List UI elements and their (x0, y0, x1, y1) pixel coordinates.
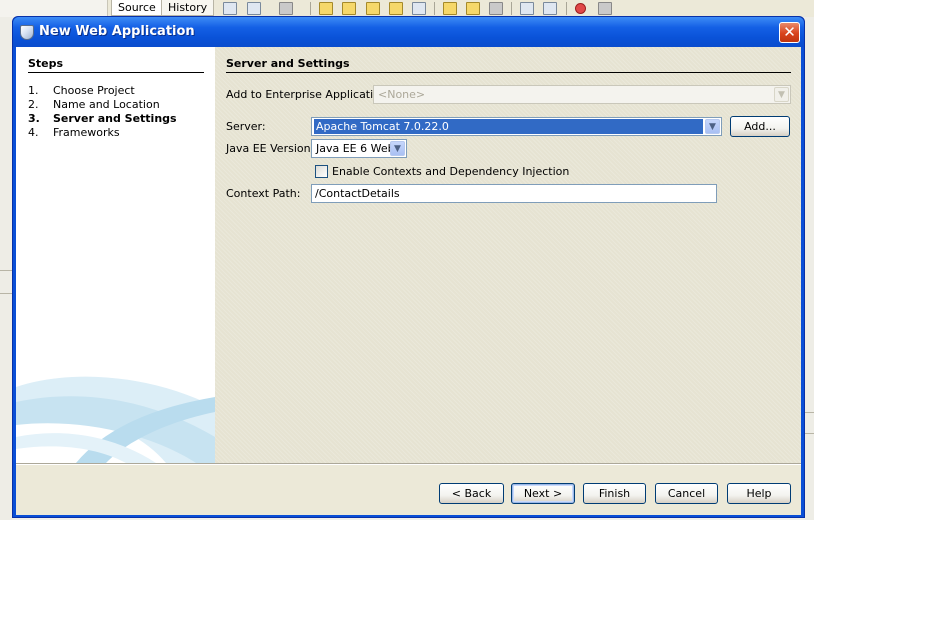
dialog-client: Steps 1. Choose Project 2. Name and Locati… (16, 47, 801, 515)
dialog-titlebar[interactable]: New Web Application ✕ (13, 17, 804, 47)
steps-title: Steps (28, 57, 64, 70)
back-history-icon[interactable] (223, 2, 237, 15)
step-item: 1. Choose Project (28, 84, 177, 98)
find-icon[interactable] (247, 2, 261, 15)
toggle-icon[interactable] (279, 2, 293, 15)
step-number: 3. (28, 112, 40, 125)
help-button[interactable]: Help (727, 483, 791, 504)
highlight-icon[interactable] (389, 2, 403, 15)
ide-toolbar-left (0, 0, 108, 17)
toolbar-separator (434, 2, 435, 15)
search-icon[interactable] (319, 2, 333, 15)
find-next-icon[interactable] (366, 2, 380, 15)
netbeans-cube-icon (20, 25, 34, 40)
stop-macro-icon[interactable] (598, 2, 612, 15)
server-combo[interactable]: Apache Tomcat 7.0.22.0 ▼ (311, 117, 722, 136)
ide-divider (0, 270, 12, 271)
cdi-checkbox[interactable] (315, 165, 328, 178)
shift-left-icon[interactable] (520, 2, 534, 15)
toolbar-separator (566, 2, 567, 15)
toolbar-separator (511, 2, 512, 15)
step-number: 1. (28, 84, 39, 97)
toggle-bookmark-icon[interactable] (489, 2, 503, 15)
back-button[interactable]: < Back (439, 483, 504, 504)
ide-left-strip (0, 17, 12, 520)
close-icon: ✕ (783, 23, 796, 41)
chevron-down-icon: ▼ (774, 87, 789, 102)
steps-list: 1. Choose Project 2. Name and Location 3. S… (28, 84, 177, 140)
previous-bookmark-icon[interactable] (443, 2, 457, 15)
settings-panel: Server and Settings Add to Enterprise Ap… (215, 47, 801, 463)
new-web-application-dialog: New Web Application ✕ Steps 1. Choose Pro… (12, 16, 805, 518)
ide-divider (805, 412, 814, 413)
steps-panel: Steps 1. Choose Project 2. Name and Locati… (16, 47, 215, 463)
select-icon[interactable] (412, 2, 426, 15)
step-label: Server and Settings (53, 112, 177, 125)
cdi-checkbox-label[interactable]: Enable Contexts and Dependency Injection (332, 165, 569, 178)
tab-history[interactable]: History (161, 0, 215, 16)
shift-right-icon[interactable] (543, 2, 557, 15)
panel-title: Server and Settings (226, 57, 350, 70)
cancel-button[interactable]: Cancel (655, 483, 718, 504)
next-button[interactable]: Next > (511, 483, 575, 504)
find-previous-icon[interactable] (342, 2, 356, 15)
step-item: 2. Name and Location (28, 98, 177, 112)
add-server-button[interactable]: Add... (730, 116, 790, 137)
java-ee-version-value: Java EE 6 Web (316, 142, 395, 155)
step-number: 4. (28, 126, 39, 139)
toolbar-separator (310, 2, 311, 15)
java-ee-version-combo[interactable]: Java EE 6 Web ▼ (311, 139, 407, 158)
close-button[interactable]: ✕ (779, 22, 800, 43)
button-bar-divider-highlight (16, 464, 801, 465)
chevron-down-icon: ▼ (390, 141, 405, 156)
context-path-label: Context Path: (226, 187, 301, 200)
steps-divider (28, 72, 204, 73)
tab-source[interactable]: Source (111, 0, 163, 16)
finish-button[interactable]: Finish (583, 483, 646, 504)
ide-divider (805, 433, 814, 434)
step-number: 2. (28, 98, 39, 111)
step-label: Frameworks (53, 126, 120, 139)
context-path-input[interactable]: /ContactDetails (311, 184, 717, 203)
next-bookmark-icon[interactable] (466, 2, 480, 15)
step-item-current: 3. Server and Settings (28, 112, 177, 126)
ide-toolbar: Source History (0, 0, 814, 17)
chevron-down-icon: ▼ (705, 119, 720, 134)
step-label: Name and Location (53, 98, 160, 111)
step-label: Choose Project (53, 84, 135, 97)
ide-right-strip (805, 17, 814, 520)
decorative-swoosh-image (16, 376, 215, 463)
server-value: Apache Tomcat 7.0.22.0 (314, 119, 703, 134)
server-label: Server: (226, 120, 266, 133)
enterprise-application-combo[interactable]: <None> ▼ (373, 85, 791, 104)
ide-divider (0, 293, 12, 294)
java-ee-version-label: Java EE Version: (226, 142, 315, 155)
enterprise-application-label: Add to Enterprise Application: (226, 88, 391, 101)
dialog-title: New Web Application (39, 24, 195, 39)
enterprise-application-value: <None> (378, 88, 426, 101)
panel-title-divider (226, 72, 791, 73)
step-item: 4. Frameworks (28, 126, 177, 140)
record-macro-icon[interactable] (575, 3, 586, 14)
